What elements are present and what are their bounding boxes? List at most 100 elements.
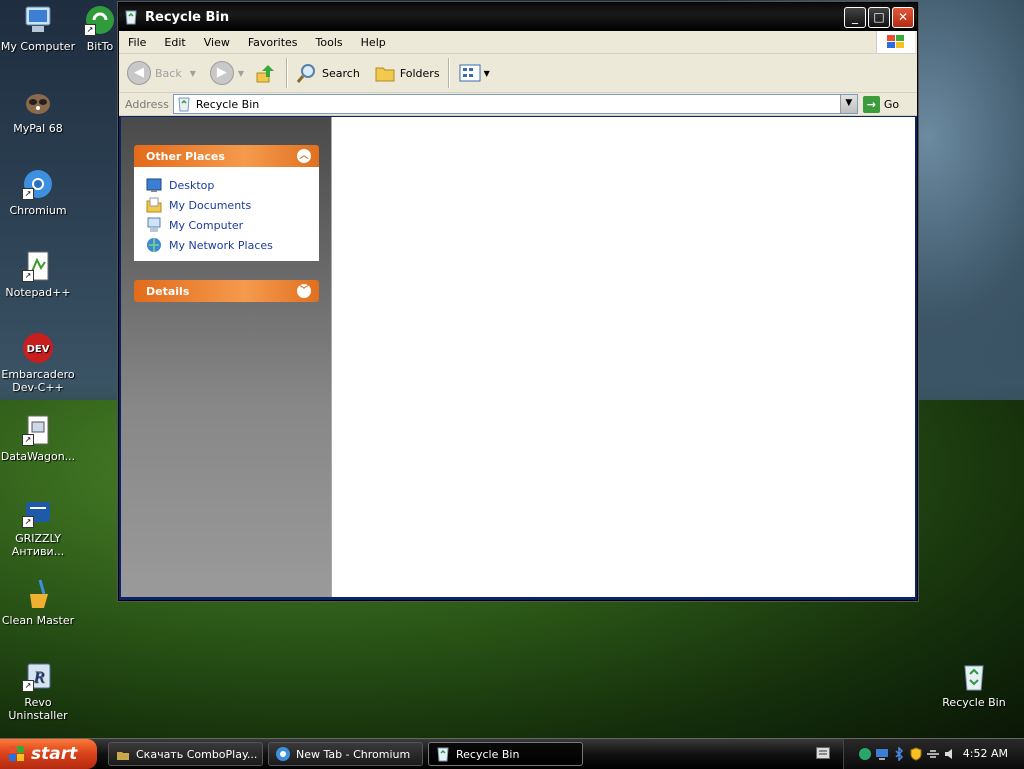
back-dropdown-icon[interactable]: ▼ (190, 69, 196, 78)
desktop-icon-mypal[interactable]: MyPal 68 (0, 86, 76, 135)
bluetooth-tray-icon[interactable] (892, 747, 906, 761)
desktop-icon-datawagon[interactable]: ↗ DataWagon... (0, 414, 76, 463)
standard-toolbar: ◀ Back ▼ ▶ ▼ Search Folders ▼ (119, 54, 917, 93)
desktop-icon-revo[interactable]: R ↗ Revo Uninstaller (0, 660, 76, 722)
other-place-desktop[interactable]: Desktop (146, 175, 319, 195)
network-tray-icon[interactable] (875, 747, 889, 761)
revo-uninstaller-icon: R ↗ (22, 660, 54, 692)
desktop-icon-label: MyPal 68 (13, 122, 63, 135)
security-shield-icon[interactable] (909, 747, 923, 761)
system-tray: 4:52 AM (843, 739, 1024, 769)
desktop-icon-label: DataWagon... (0, 450, 76, 463)
shortcut-arrow-icon: ↗ (22, 270, 34, 282)
desktop-icon-recycle-bin[interactable]: Recycle Bin (936, 660, 1012, 709)
desktop-icon-my-computer[interactable]: My Computer (0, 4, 76, 53)
menu-favorites[interactable]: Favorites (239, 36, 307, 49)
task-label: New Tab - Chromium (296, 747, 411, 761)
edge-tray-icon[interactable] (858, 747, 872, 761)
window-titlebar[interactable]: Recycle Bin _ □ ✕ (119, 3, 917, 31)
shortcut-arrow-icon: ↗ (22, 680, 34, 692)
taskbar-clock[interactable]: 4:52 AM (963, 747, 1008, 760)
volume-icon[interactable] (943, 747, 957, 761)
keyboard-layout-icon[interactable] (816, 747, 830, 759)
file-list-view[interactable] (331, 117, 915, 597)
collapse-chevron-icon[interactable]: ︿ (297, 149, 311, 163)
search-label: Search (322, 66, 360, 80)
desktop-icon-cleanmaster[interactable]: Clean Master (0, 578, 76, 627)
details-title: Details (146, 284, 190, 298)
window-title: Recycle Bin (145, 9, 230, 25)
views-icon (459, 64, 481, 82)
desktop-icon-label: Chromium (9, 204, 67, 217)
folders-button[interactable]: Folders (374, 63, 440, 83)
folders-icon (375, 67, 395, 82)
go-arrow-icon: → (862, 95, 880, 113)
menu-edit[interactable]: Edit (155, 36, 194, 49)
forward-dropdown-icon[interactable]: ▼ (238, 69, 244, 78)
search-icon (296, 64, 316, 83)
my-documents-icon (146, 197, 162, 213)
other-places-title: Other Places (146, 149, 225, 163)
address-bar: Address Recycle Bin ▼ → Go (119, 93, 917, 116)
minimize-button[interactable]: _ (844, 7, 866, 28)
taskbar-task-comboplay[interactable]: Скачать ComboPlay... (108, 742, 263, 766)
cleanmaster-icon (22, 578, 54, 610)
forward-arrow-icon: ▶ (209, 61, 234, 85)
start-button[interactable]: start (0, 739, 97, 769)
menu-help[interactable]: Help (352, 36, 395, 49)
desktop-icon-label: Notepad++ (5, 286, 71, 299)
desktop-icon-label: Revo Uninstaller (8, 696, 68, 722)
grizzly-icon: ↗ (22, 496, 54, 528)
other-place-my-computer[interactable]: My Computer (146, 215, 319, 235)
other-place-label: My Network Places (169, 238, 273, 252)
wireless-tray-icon[interactable] (926, 747, 940, 761)
other-places-body: Desktop My Documents My Computer My Netw… (134, 167, 319, 261)
download-manager-icon (117, 752, 129, 760)
details-panel: Details ﹀ (134, 280, 319, 302)
task-label: Recycle Bin (456, 747, 520, 761)
devcpp-icon: DEV (22, 332, 54, 364)
datawagon-icon: ↗ (22, 414, 54, 446)
go-label: Go (883, 97, 900, 111)
close-button[interactable]: ✕ (892, 7, 914, 28)
menu-tools[interactable]: Tools (307, 36, 352, 49)
address-input[interactable]: Recycle Bin ▼ (172, 94, 858, 114)
other-places-header[interactable]: Other Places ︿ (134, 145, 319, 167)
windows-logo-icon (876, 31, 915, 53)
svg-text:DEV: DEV (27, 344, 50, 355)
back-arrow-icon: ◀ (127, 61, 151, 85)
desktop-icon-grizzly[interactable]: ↗ GRIZZLY Антиви... (0, 496, 76, 558)
views-button[interactable]: ▼ (458, 63, 490, 83)
other-place-my-documents[interactable]: My Documents (146, 195, 319, 215)
taskbar-task-chromium[interactable]: New Tab - Chromium (268, 742, 423, 766)
shortcut-arrow-icon: ↗ (22, 188, 34, 200)
taskbar-task-recycle-bin[interactable]: Recycle Bin (428, 742, 583, 766)
desktop-icon-label: Clean Master (1, 614, 75, 627)
toolbar-separator (447, 58, 450, 88)
expand-chevron-icon[interactable]: ﹀ (297, 284, 311, 298)
desktop-icon-chromium[interactable]: ↗ Chromium (0, 168, 76, 217)
other-place-network-places[interactable]: My Network Places (146, 235, 319, 255)
desktop-icon-bittorrent[interactable]: ↗ BitTo (80, 4, 120, 53)
search-button[interactable]: Search (296, 62, 360, 84)
other-places-panel: Other Places ︿ Desktop My Documents My C… (134, 145, 319, 261)
menu-file[interactable]: File (119, 36, 155, 49)
desktop-icon-devcpp[interactable]: DEV Embarcadero Dev-C++ (0, 332, 76, 394)
address-dropdown-icon[interactable]: ▼ (839, 95, 857, 113)
back-button[interactable]: ◀ Back ▼ (127, 61, 196, 85)
toolbar-separator (286, 58, 289, 88)
recycle-bin-icon (958, 660, 990, 692)
menu-view[interactable]: View (195, 36, 239, 49)
forward-button[interactable]: ▶ ▼ (209, 61, 244, 85)
up-folder-button[interactable] (254, 61, 278, 85)
desktop-icon-notepadpp[interactable]: ↗ Notepad++ (0, 250, 76, 299)
svg-text:R: R (33, 670, 45, 686)
shortcut-arrow-icon: ↗ (22, 434, 34, 446)
recycle-bin-icon (178, 97, 190, 112)
details-header[interactable]: Details ﹀ (134, 280, 319, 302)
start-label: start (31, 744, 78, 764)
go-button[interactable]: → Go (862, 95, 900, 113)
address-label: Address (125, 97, 169, 111)
maximize-button[interactable]: □ (868, 7, 890, 28)
menu-bar: File Edit View Favorites Tools Help (119, 31, 917, 54)
